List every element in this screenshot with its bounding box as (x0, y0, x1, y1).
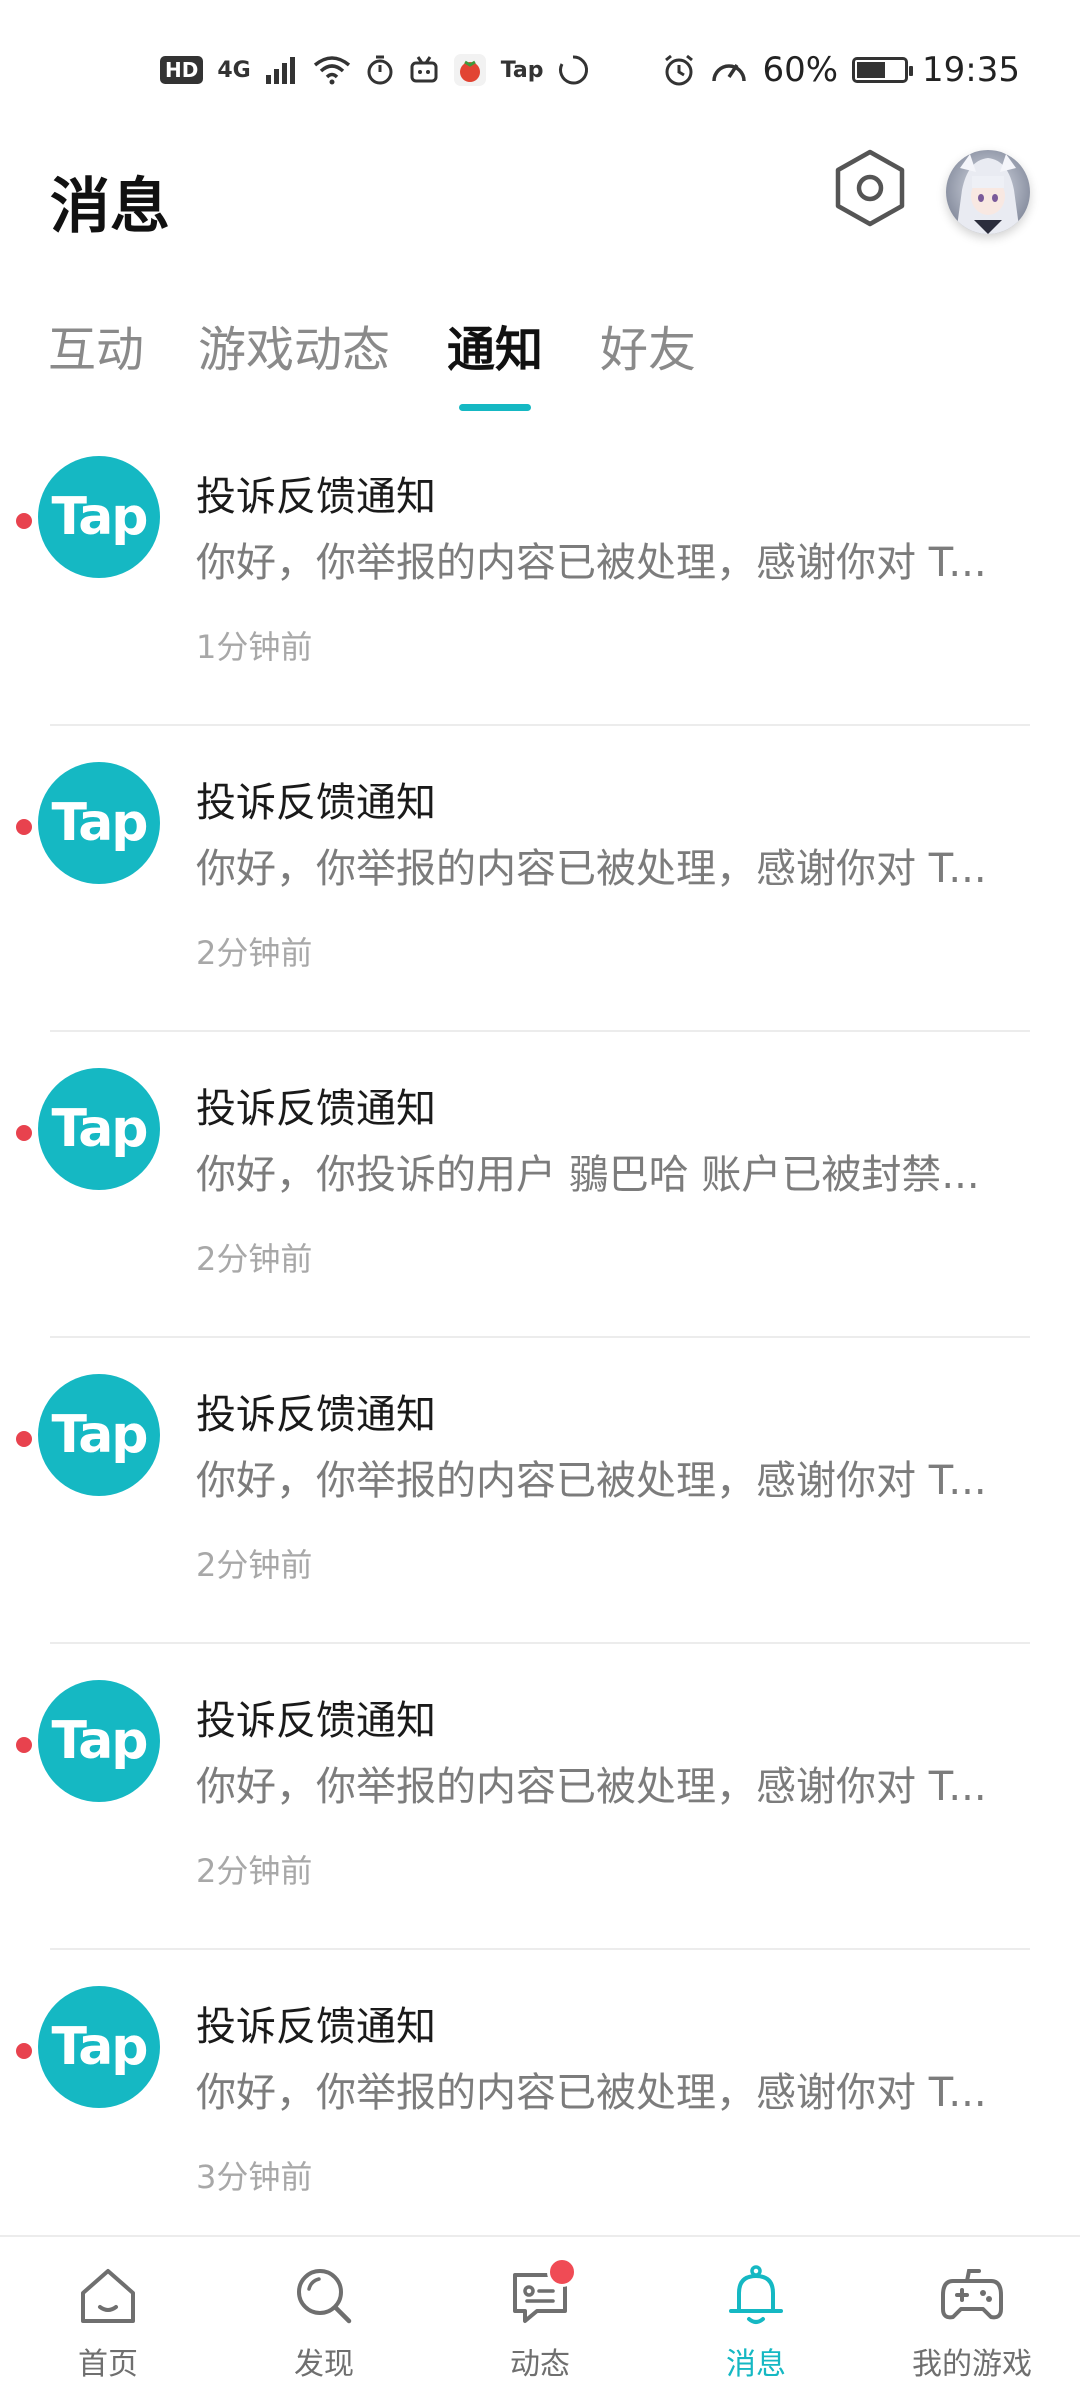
bell-icon (723, 2263, 789, 2329)
settings-button[interactable] (830, 148, 910, 232)
status-bar: HD 4G Tap 60% 19:35 (0, 0, 1080, 140)
nav-home[interactable]: 首页 (0, 2237, 216, 2400)
notification-time: 2分钟前 (196, 1240, 313, 1278)
nav-feed[interactable]: 动态 (432, 2237, 648, 2400)
notification-time: 3分钟前 (196, 2158, 313, 2196)
notification-preview: 你好，你举报的内容已被处理，感谢你对 T... (196, 846, 987, 892)
notification-title: 投诉反馈通知 (196, 474, 436, 520)
gamepad-icon (939, 2263, 1005, 2329)
avatar-image (946, 150, 1030, 234)
notification-preview: 你好，你举报的内容已被处理，感谢你对 T... (196, 1458, 987, 1504)
unread-dot (16, 1125, 32, 1141)
notification-time: 2分钟前 (196, 1852, 313, 1890)
notification-item[interactable]: Tap 投诉反馈通知 你好，你举报的内容已被处理，感谢你对 T... 1分钟前 (0, 420, 1080, 726)
notification-time: 2分钟前 (196, 1546, 313, 1584)
unread-dot (16, 2043, 32, 2059)
network-type: 4G (217, 57, 251, 83)
notification-title: 投诉反馈通知 (196, 1086, 436, 1132)
bottom-navigation: 首页 发现 动态 消息 我的游戏 (0, 2235, 1080, 2400)
notification-item[interactable]: Tap 投诉反馈通知 你好，你举报的内容已被处理，感谢你对 T... 2分钟前 (0, 726, 1080, 1032)
chat-icon (507, 2257, 577, 2329)
nav-messages-label: 消息 (726, 2347, 786, 2382)
tab-game-updates[interactable]: 游戏动态 (198, 310, 390, 380)
notification-item[interactable]: Tap 投诉反馈通知 你好，你投诉的用户 鶸巴哈 账户已被封禁... 2分钟前 (0, 1032, 1080, 1338)
battery-percent: 60% (762, 50, 839, 90)
tap-logo-avatar: Tap (38, 1374, 160, 1496)
notification-badge (547, 2257, 577, 2287)
alarm-icon (662, 53, 696, 87)
notification-item[interactable]: Tap 投诉反馈通知 你好，你举报的内容已被处理，感谢你对 T... 2分钟前 (0, 1338, 1080, 1644)
tap-logo-avatar: Tap (38, 1986, 160, 2108)
search-icon (291, 2263, 357, 2329)
loading-icon (557, 54, 589, 86)
page-title: 消息 (50, 172, 170, 242)
unread-dot (16, 1431, 32, 1447)
hexagon-settings-icon (833, 148, 907, 232)
timer-icon (365, 55, 395, 85)
notification-time: 2分钟前 (196, 934, 313, 972)
hd-indicator: HD (160, 56, 204, 84)
nav-discover[interactable]: 发现 (216, 2237, 432, 2400)
nav-home-label: 首页 (78, 2347, 138, 2382)
notification-item[interactable]: Tap 投诉反馈通知 你好，你举报的内容已被处理，感谢你对 T... 2分钟前 (0, 1644, 1080, 1950)
notification-preview: 你好，你举报的内容已被处理，感谢你对 T... (196, 1764, 987, 1810)
nav-feed-label: 动态 (510, 2347, 570, 2382)
notification-title: 投诉反馈通知 (196, 1698, 436, 1744)
notification-title: 投诉反馈通知 (196, 780, 436, 826)
notification-title: 投诉反馈通知 (196, 2004, 436, 2050)
nav-messages[interactable]: 消息 (648, 2237, 864, 2400)
status-left: HD 4G Tap (160, 53, 589, 87)
tap-logo-avatar: Tap (38, 1680, 160, 1802)
battery-icon (852, 57, 914, 83)
tap-indicator: Tap (500, 57, 544, 83)
notification-preview: 你好，你举报的内容已被处理，感谢你对 T... (196, 2070, 987, 2116)
speed-icon (710, 53, 748, 87)
notification-preview: 你好，你投诉的用户 鶸巴哈 账户已被封禁... (196, 1152, 980, 1198)
tab-interaction[interactable]: 互动 (48, 310, 144, 380)
home-icon (75, 2263, 141, 2329)
notification-item[interactable]: Tap 投诉反馈通知 你好，你举报的内容已被处理，感谢你对 T... 3分钟前 (0, 1950, 1080, 2256)
tap-logo-avatar: Tap (38, 1068, 160, 1190)
notification-preview: 你好，你举报的内容已被处理，感谢你对 T... (196, 540, 987, 586)
battery-level (857, 62, 885, 78)
user-avatar[interactable] (946, 150, 1030, 234)
tab-friends[interactable]: 好友 (600, 310, 696, 380)
tomato-app-icon (453, 53, 487, 87)
unread-dot (16, 819, 32, 835)
notification-title: 投诉反馈通知 (196, 1392, 436, 1438)
unread-dot (16, 1737, 32, 1753)
status-right: 60% 19:35 (662, 50, 1020, 90)
tab-bar: 互动 游戏动态 通知 好友 (0, 300, 1080, 420)
wifi-icon (313, 55, 351, 85)
notification-time: 1分钟前 (196, 628, 313, 666)
nav-discover-label: 发现 (294, 2347, 354, 2382)
nav-my-games[interactable]: 我的游戏 (864, 2237, 1080, 2400)
unread-dot (16, 513, 32, 529)
clock: 19:35 (922, 50, 1020, 90)
signal-icon (265, 55, 299, 85)
tap-logo-avatar: Tap (38, 762, 160, 884)
tv-app-icon (409, 55, 439, 85)
tap-logo-avatar: Tap (38, 456, 160, 578)
nav-my-games-label: 我的游戏 (912, 2347, 1032, 2382)
header: 消息 (0, 140, 1080, 270)
tab-notifications[interactable]: 通知 (447, 310, 543, 380)
active-tab-indicator (459, 404, 531, 411)
